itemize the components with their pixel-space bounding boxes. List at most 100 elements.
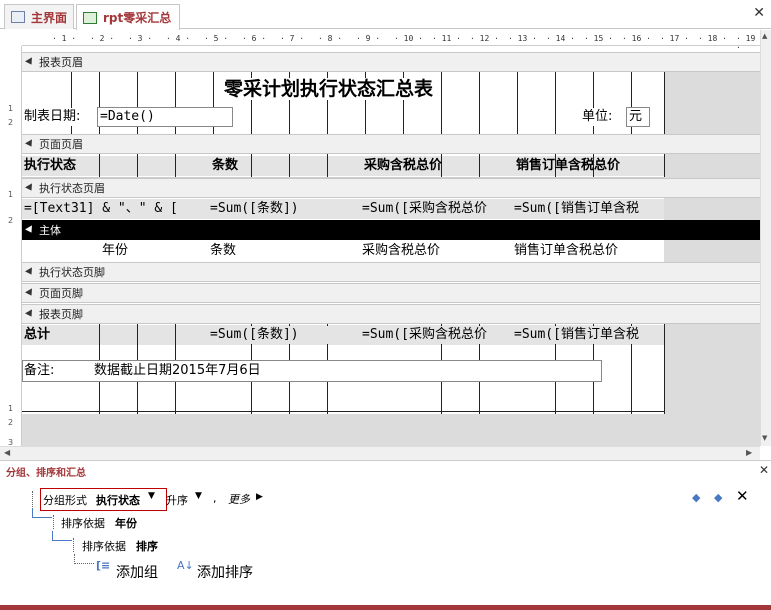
chevron-down-icon[interactable]: ▼ [195,491,202,501]
horizontal-ruler: · 1 · · 2 · · 3 · · 4 · · 5 · · 6 · · 7 · · 8 ·… [22,32,760,52]
ruler-tick-label: · 6 · [242,34,267,43]
report-design-surface[interactable]: · 1 · · 2 · · 3 · · 4 · · 5 · · 6 · · 7 · · 8 ·… [0,30,760,446]
section-group-footer[interactable]: 执行状态页脚 [22,262,760,282]
section-label: 执行状态页眉 [39,182,105,195]
close-pane-icon[interactable]: ✕ [759,463,769,477]
section-label: 主体 [39,224,61,237]
note-text[interactable]: 数据截止日期2015年7月6日 [94,362,261,380]
section-page-footer[interactable]: 页面页脚 [22,283,760,303]
total-purchase-sum[interactable]: =Sum([采购含税总价 [362,326,514,344]
group-status-textbox[interactable]: =[Text31] & "、" & [ [24,200,210,218]
section-label: 报表页眉 [39,56,83,69]
close-icon[interactable]: ✕ [753,5,765,21]
section-arrow-icon [25,139,35,149]
total-count-sum[interactable]: =Sum([条数]) [210,326,360,344]
col-header-sales[interactable]: 销售订单含税总价 [516,157,620,175]
ruler-tick-label: · 7 · [280,34,305,43]
section-label: 页面页脚 [39,287,83,300]
section-arrow-icon [25,183,35,193]
ruler-tick-label: · 13 · [508,34,537,43]
total-label[interactable]: 总计 [24,326,51,344]
add-group-button[interactable]: 添加组 [116,562,158,582]
ruler-tick-label: · 17 · [660,34,689,43]
tab-label: rpt零采汇总 [103,11,172,25]
ruler-tick-label: · 10 · [394,34,423,43]
report-title[interactable]: 零采计划执行状态汇总表 [222,78,436,100]
chevron-down-icon[interactable]: ▼ [148,491,155,501]
detail-purchase-textbox[interactable]: 采购含税总价 [362,242,440,260]
ruler-tick-label: · 18 · [698,34,727,43]
tab-report[interactable]: rpt零采汇总 [76,4,180,30]
sort1-field[interactable]: 年份 [115,515,137,531]
ruler-tick-label: 1 [8,190,14,199]
report-icon [83,11,97,24]
ruler-tick-label: · 15 · [584,34,613,43]
sort2-field[interactable]: 排序 [136,538,158,554]
vertical-ruler: 1 2 1 2 1 2 3 [0,46,22,446]
ruler-tick-label: · 19 · [736,34,756,52]
section-arrow-icon [25,288,35,298]
sort1-prefix: 排序依据 [61,517,105,530]
section-label: 执行状态页脚 [39,266,105,279]
date-label[interactable]: 制表日期: [24,108,81,126]
ruler-tick-label: 2 [8,418,14,427]
document-tab-bar: 主界面 rpt零采汇总 ✕ [0,0,771,30]
tab-label: 主界面 [31,10,68,25]
add-sort-icon: A↓ [177,559,194,572]
section-group-header[interactable]: 执行状态页眉 [22,178,760,198]
add-sort-button[interactable]: 添加排序 [197,562,253,582]
ruler-tick-label: · 12 · [470,34,499,43]
move-down-icon[interactable]: ◆ [714,491,722,504]
vertical-scrollbar[interactable]: ▲ ▼ [760,30,771,446]
ruler-tick-label: · 8 · [318,34,343,43]
ruler-tick-label: 1 [8,404,14,413]
ruler-tick-label: · 5 · [204,34,229,43]
delete-icon[interactable]: ✕ [736,487,749,505]
pane-title: 分组、排序和汇总 [6,468,86,479]
detail-area: 年份 条数 采购含税总价 销售订单含税总价 [22,240,760,262]
total-sales-sum[interactable]: =Sum([销售订单含税 [514,326,664,344]
page-header-area: 执行状态 条数 采购含税总价 销售订单含税总价 [22,154,760,178]
section-report-footer[interactable]: 报表页脚 [22,304,760,324]
sort-order-select[interactable]: 升序 [166,492,188,508]
unit-value[interactable]: 元 [626,107,650,127]
comma-separator: , [213,492,217,505]
section-page-header[interactable]: 页面页眉 [22,134,760,154]
section-arrow-icon [25,267,35,277]
ruler-tick-label: 2 [8,118,14,127]
section-arrow-icon [25,225,35,235]
group-sort-pane: 分组、排序和汇总 ✕ 分组形式 执行状态 ▼ 升序 ▼ , 更多 ▶ ◆ ◆ ✕… [0,460,771,610]
horizontal-scrollbar[interactable]: ◀ ▶ [0,446,760,460]
move-up-icon[interactable]: ◆ [692,491,700,504]
detail-sales-textbox[interactable]: 销售订单含税总价 [514,242,618,260]
section-label: 页面页眉 [39,138,83,151]
detail-count-textbox[interactable]: 条数 [210,242,236,260]
ruler-tick-label: · 1 · [52,34,77,43]
more-link[interactable]: 更多 [228,491,250,507]
group-count-sum[interactable]: =Sum([条数]) [210,200,360,218]
detail-year-textbox[interactable]: 年份 [102,242,128,260]
section-label: 报表页脚 [39,308,83,321]
design-background [22,414,760,446]
tab-main-form[interactable]: 主界面 [4,4,74,29]
col-header-purchase[interactable]: 采购含税总价 [364,157,442,175]
unit-label[interactable]: 单位: [582,108,613,126]
group-sales-sum[interactable]: =Sum([销售订单含税 [514,200,664,218]
group-field-select[interactable]: 执行状态 [96,492,140,508]
group-purchase-sum[interactable]: =Sum([采购含税总价 [362,200,514,218]
section-report-header[interactable]: 报表页眉 [22,52,760,72]
ruler-tick-label: · 2 · [90,34,115,43]
date-textbox[interactable]: =Date() [97,107,233,127]
section-detail[interactable]: 主体 [22,220,760,240]
note-label[interactable]: 备注: [24,362,54,380]
triangle-right-icon: ▶ [256,492,263,502]
section-arrow-icon [25,57,35,67]
col-header-status[interactable]: 执行状态 [24,157,76,175]
section-arrow-icon [25,309,35,319]
ruler-tick-label: · 11 · [432,34,461,43]
group-header-area: =[Text31] & "、" & [ =Sum([条数]) =Sum([采购含… [22,198,760,220]
add-group-icon: [≡ [96,559,111,572]
col-header-count[interactable]: 条数 [212,157,238,175]
ruler-tick-label: · 3 · [128,34,153,43]
ruler-tick-label: · 9 · [356,34,381,43]
